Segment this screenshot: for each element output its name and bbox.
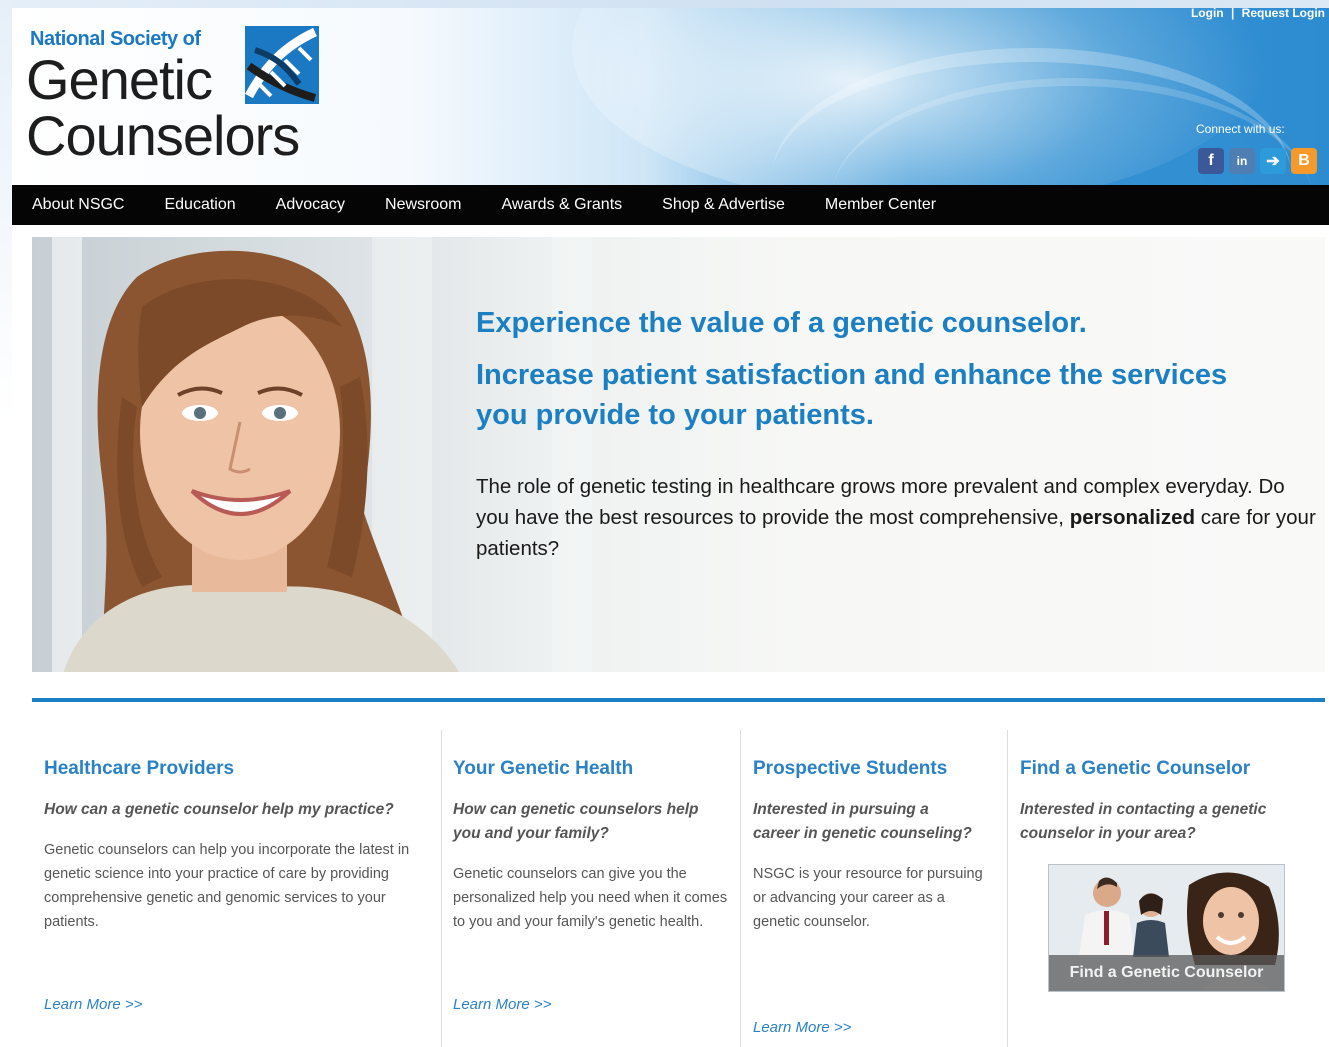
column-question: Interested in pursuing a career in genet… bbox=[753, 801, 972, 842]
column-question: How can a genetic counselor help my prac… bbox=[44, 801, 394, 818]
column-question: Interested in contacting a genetic couns… bbox=[1020, 801, 1267, 842]
main-nav: About NSGC Education Advocacy Newsroom A… bbox=[12, 185, 1329, 225]
logo-word-counselors[interactable]: Counselors bbox=[26, 108, 300, 164]
learn-more-link[interactable]: Learn More >> bbox=[44, 996, 142, 1013]
learn-more-link[interactable]: Learn More >> bbox=[453, 996, 551, 1013]
find-counselor-image-button[interactable]: Find a Genetic Counselor bbox=[1048, 864, 1285, 992]
nav-item-about[interactable]: About NSGC bbox=[32, 196, 124, 214]
hero-portrait-image bbox=[63, 250, 459, 672]
column-prospective-students: Prospective Students Interested in pursu… bbox=[753, 730, 993, 1047]
login-link[interactable]: Login bbox=[1191, 8, 1224, 20]
column-title[interactable]: Find a Genetic Counselor bbox=[1020, 758, 1320, 780]
login-links: Login | Request Login bbox=[1187, 8, 1325, 20]
social-links: f in ➔ B bbox=[1198, 148, 1317, 174]
dna-logo-icon[interactable] bbox=[245, 26, 319, 104]
hero-headline: Experience the value of a genetic counse… bbox=[476, 307, 1087, 339]
site-header: National Society of Genetic Counselors L… bbox=[12, 8, 1329, 185]
nav-item-education[interactable]: Education bbox=[164, 196, 235, 214]
column-description: NSGC is your resource for pursuing or ad… bbox=[753, 866, 983, 930]
hero-banner: Experience the value of a genetic counse… bbox=[32, 237, 1325, 672]
section-divider bbox=[32, 698, 1325, 702]
linkedin-icon[interactable]: in bbox=[1229, 148, 1255, 174]
column-question: How can genetic counselors help you and … bbox=[453, 801, 699, 842]
column-description: Genetic counselors can help you incorpor… bbox=[44, 842, 410, 930]
hero-body-bold: personalized bbox=[1069, 506, 1195, 529]
column-title[interactable]: Prospective Students bbox=[753, 758, 993, 780]
nav-item-newsroom[interactable]: Newsroom bbox=[385, 196, 461, 214]
login-separator: | bbox=[1230, 8, 1235, 20]
twitter-icon[interactable]: ➔ bbox=[1260, 148, 1286, 174]
hero-subheadline: Increase patient satisfaction and enhanc… bbox=[476, 359, 1228, 431]
nav-item-member-center[interactable]: Member Center bbox=[825, 196, 936, 214]
logo-word-genetic[interactable]: Genetic bbox=[26, 52, 213, 108]
learn-more-link[interactable]: Learn More >> bbox=[753, 1019, 851, 1036]
column-title[interactable]: Your Genetic Health bbox=[453, 758, 728, 780]
column-healthcare-providers: Healthcare Providers How can a genetic c… bbox=[44, 730, 424, 1047]
window-frame-top bbox=[0, 0, 1329, 8]
nav-item-awards-grants[interactable]: Awards & Grants bbox=[502, 196, 623, 214]
connect-label: Connect with us: bbox=[1196, 122, 1285, 136]
find-counselor-caption[interactable]: Find a Genetic Counselor bbox=[1049, 955, 1284, 991]
column-description: Genetic counselors can give you the pers… bbox=[453, 866, 728, 930]
column-your-genetic-health: Your Genetic Health How can genetic coun… bbox=[453, 730, 728, 1047]
facebook-icon[interactable]: f bbox=[1198, 148, 1224, 174]
hero-body-text: The role of genetic testing in healthcar… bbox=[476, 471, 1316, 564]
column-separator bbox=[740, 730, 741, 1047]
column-separator bbox=[441, 730, 442, 1047]
nav-item-advocacy[interactable]: Advocacy bbox=[276, 196, 345, 214]
nav-item-shop-advertise[interactable]: Shop & Advertise bbox=[662, 196, 785, 214]
request-login-link[interactable]: Request Login bbox=[1242, 8, 1325, 20]
column-title[interactable]: Healthcare Providers bbox=[44, 758, 424, 780]
blogger-icon[interactable]: B bbox=[1291, 148, 1317, 174]
column-separator bbox=[1007, 730, 1008, 1047]
window-frame-left bbox=[0, 0, 12, 1047]
